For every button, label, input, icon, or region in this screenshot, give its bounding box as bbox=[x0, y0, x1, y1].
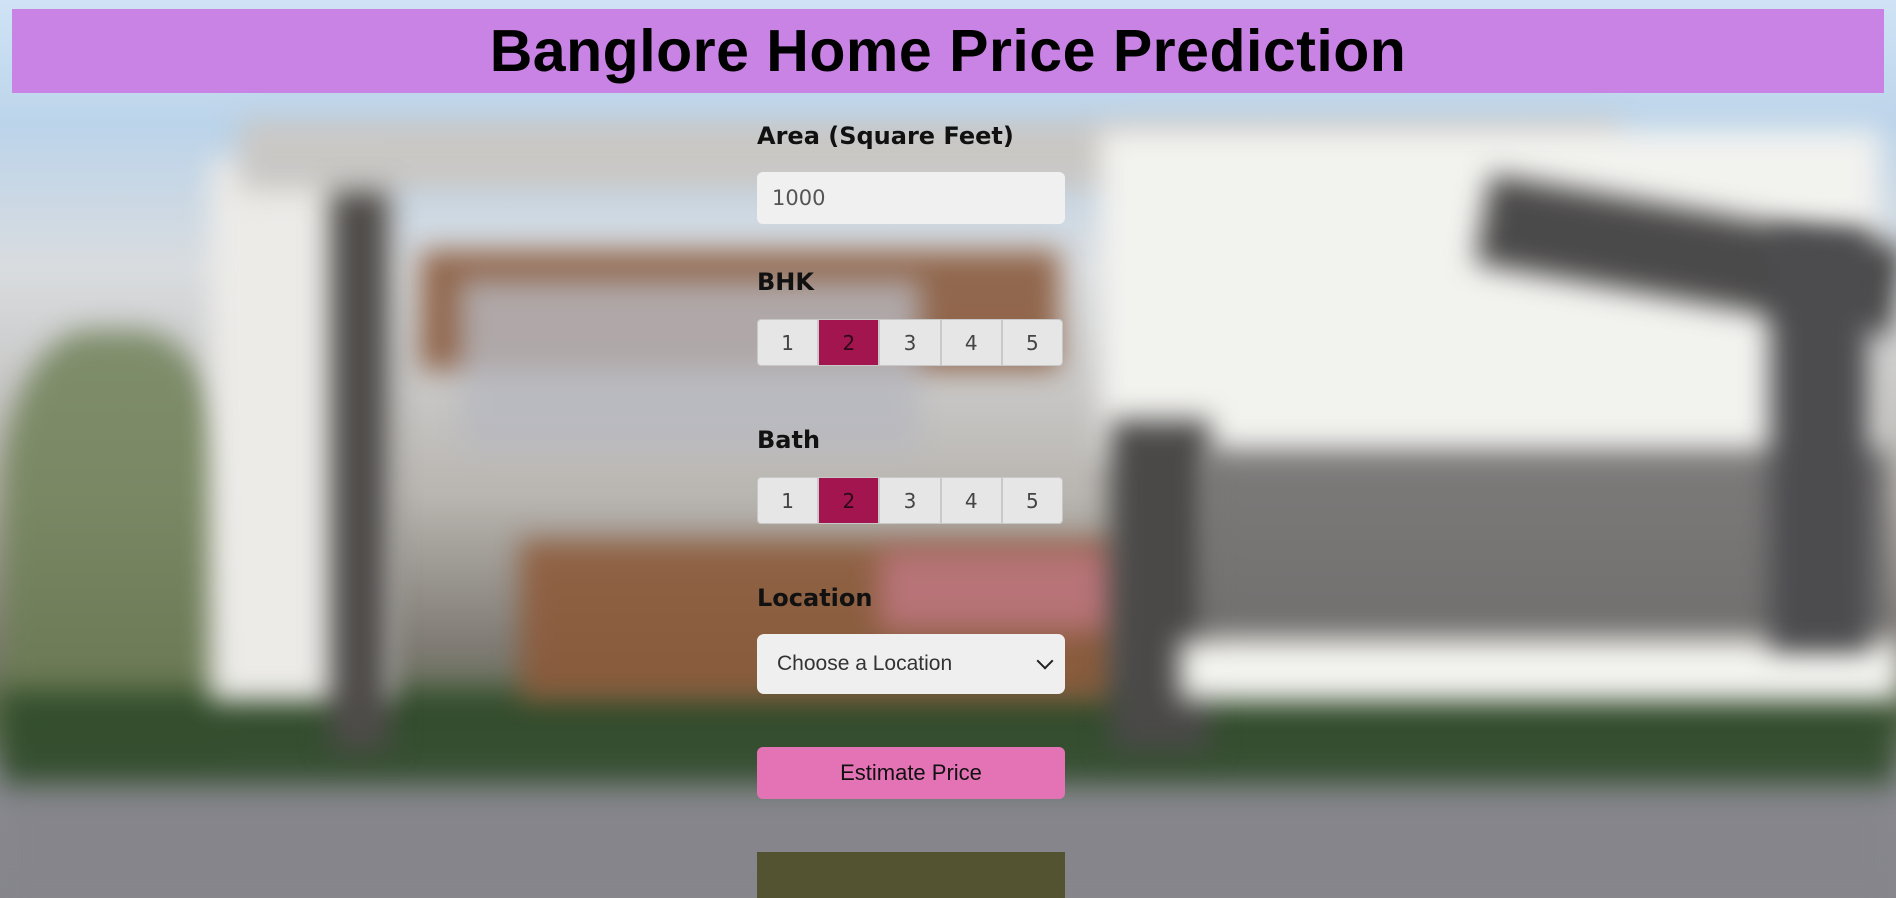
bhk-option-2[interactable]: 2 bbox=[819, 320, 881, 365]
bath-option-2[interactable]: 2 bbox=[819, 478, 881, 523]
area-label: Area (Square Feet) bbox=[757, 122, 1014, 150]
estimate-price-button[interactable]: Estimate Price bbox=[757, 747, 1065, 799]
bath-selector: 1 2 3 4 5 bbox=[757, 477, 1063, 524]
bhk-label: BHK bbox=[757, 268, 814, 296]
bath-option-4[interactable]: 4 bbox=[941, 478, 1003, 523]
chevron-down-icon bbox=[1036, 652, 1054, 670]
bhk-option-1[interactable]: 1 bbox=[758, 320, 820, 365]
estimated-price-result bbox=[757, 852, 1065, 898]
location-label: Location bbox=[757, 584, 873, 612]
bhk-option-4[interactable]: 4 bbox=[941, 320, 1003, 365]
bhk-selector: 1 2 3 4 5 bbox=[757, 319, 1063, 366]
bhk-option-5[interactable]: 5 bbox=[1002, 320, 1062, 365]
location-select[interactable]: Choose a Location bbox=[757, 634, 1065, 694]
page: Banglore Home Price Prediction Area (Squ… bbox=[0, 0, 1896, 898]
bath-option-5[interactable]: 5 bbox=[1002, 478, 1062, 523]
page-title: Banglore Home Price Prediction bbox=[489, 17, 1407, 84]
bath-option-3[interactable]: 3 bbox=[880, 478, 942, 523]
area-input[interactable] bbox=[757, 172, 1065, 224]
bath-option-1[interactable]: 1 bbox=[758, 478, 820, 523]
location-select-value: Choose a Location bbox=[777, 652, 953, 675]
bhk-option-3[interactable]: 3 bbox=[880, 320, 942, 365]
page-header: Banglore Home Price Prediction bbox=[12, 9, 1884, 93]
bath-label: Bath bbox=[757, 426, 821, 454]
